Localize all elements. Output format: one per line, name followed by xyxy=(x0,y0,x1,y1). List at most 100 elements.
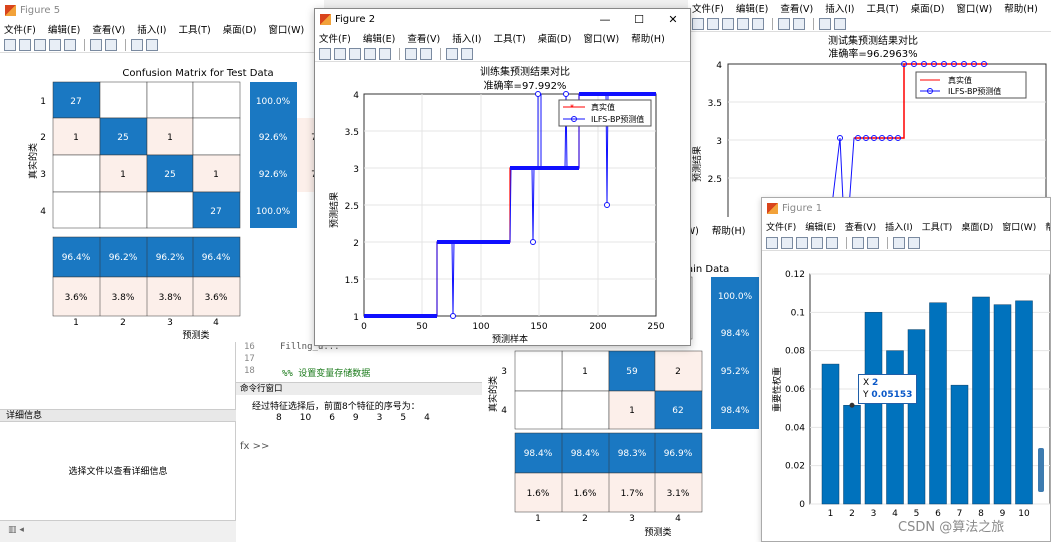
menu-item[interactable]: 窗口(W) xyxy=(1002,220,1036,233)
details-header: 详细信息 xyxy=(0,409,236,422)
layout-icon[interactable] xyxy=(852,236,864,249)
menu-item[interactable]: 工具(T) xyxy=(922,220,953,233)
command-prompt[interactable]: fx >> xyxy=(240,441,269,452)
bar[interactable] xyxy=(843,405,861,505)
new-icon[interactable] xyxy=(692,17,704,30)
menu-item[interactable]: 插入(I) xyxy=(452,31,481,45)
menu-item[interactable]: 帮助(H) xyxy=(631,31,665,45)
cell: 25 xyxy=(117,133,128,143)
layout-icon[interactable] xyxy=(405,47,417,60)
menu-item[interactable]: 编辑(E) xyxy=(736,1,768,15)
row-summary-value: 92.6% xyxy=(259,170,288,180)
new-icon[interactable] xyxy=(766,236,778,249)
y-tick: 0.1 xyxy=(791,308,805,318)
copy-icon[interactable] xyxy=(379,47,391,60)
number: 5 xyxy=(400,413,407,423)
grid-icon[interactable] xyxy=(105,38,117,51)
menu-item[interactable]: 窗口(W) xyxy=(956,1,992,15)
menu-item[interactable]: 桌面(D) xyxy=(911,1,945,15)
copy-icon[interactable] xyxy=(752,17,764,30)
maximize-icon[interactable]: ☐ xyxy=(622,13,656,26)
save-icon[interactable] xyxy=(349,47,361,60)
titlebar: Figure 5 xyxy=(0,0,324,20)
menu-item[interactable]: 桌面(D) xyxy=(223,22,257,36)
new-icon[interactable] xyxy=(319,47,331,60)
menu-item[interactable]: 文件(F) xyxy=(319,31,351,45)
panel-icon[interactable] xyxy=(908,236,920,249)
bar[interactable] xyxy=(929,302,947,505)
copy-icon[interactable] xyxy=(64,38,76,51)
row-label: 4 xyxy=(501,406,507,416)
menu-item[interactable]: 查看(V) xyxy=(92,22,125,36)
y-axis-label: 重要性权重 xyxy=(771,367,783,412)
menu-item[interactable]: 桌面(D) xyxy=(961,220,993,233)
panel-icon[interactable] xyxy=(146,38,158,51)
scroll-handle[interactable] xyxy=(1038,448,1044,492)
menu-item[interactable]: 编辑(E) xyxy=(805,220,836,233)
layout-icon[interactable] xyxy=(778,17,790,30)
pointer-icon[interactable] xyxy=(131,38,143,51)
menu-item[interactable]: 插入(I) xyxy=(137,22,166,36)
grid-icon[interactable] xyxy=(867,236,879,249)
close-icon[interactable]: ✕ xyxy=(656,13,690,26)
panel-icon[interactable] xyxy=(834,17,846,30)
save-icon[interactable] xyxy=(796,236,808,249)
save-icon[interactable] xyxy=(722,17,734,30)
print-icon[interactable] xyxy=(811,236,823,249)
save-icon[interactable] xyxy=(34,38,46,51)
print-icon[interactable] xyxy=(737,17,749,30)
menu-item[interactable]: 工具(T) xyxy=(178,22,210,36)
menu-item[interactable]: 查看(V) xyxy=(780,1,813,15)
pointer-icon[interactable] xyxy=(819,17,831,30)
open-icon[interactable] xyxy=(19,38,31,51)
bar[interactable] xyxy=(1015,300,1033,505)
menu-item[interactable]: 查看(V) xyxy=(845,220,876,233)
row-label: 4 xyxy=(40,207,46,217)
bar[interactable] xyxy=(950,384,969,505)
grid-icon[interactable] xyxy=(793,17,805,30)
y-axis-label: 真实的类 xyxy=(487,376,499,412)
menu-item[interactable]: 工具(T) xyxy=(866,1,898,15)
menu-item[interactable]: 插入(I) xyxy=(825,1,854,15)
menu-item[interactable]: 编辑(E) xyxy=(48,22,80,36)
menu-item[interactable]: 查看(V) xyxy=(407,31,440,45)
menu-item[interactable]: 插入(I) xyxy=(885,220,913,233)
menu-item[interactable]: 窗口(W) xyxy=(583,31,619,45)
y-tick: 0.04 xyxy=(785,423,805,433)
print-icon[interactable] xyxy=(364,47,376,60)
menu-item[interactable]: 帮助(H) xyxy=(1004,1,1038,15)
open-icon[interactable] xyxy=(781,236,793,249)
grid-icon[interactable] xyxy=(420,47,432,60)
menu-item[interactable]: 文件(F) xyxy=(692,1,724,15)
pointer-icon[interactable] xyxy=(446,47,458,60)
pointer-icon[interactable] xyxy=(893,236,905,249)
menu-item[interactable]: 窗口(W) xyxy=(268,22,304,36)
y-axis-label: 真实的类 xyxy=(27,143,39,179)
cell: 59 xyxy=(626,367,638,377)
bar[interactable] xyxy=(993,304,1012,505)
menu-item[interactable]: 文件(F) xyxy=(766,220,796,233)
new-icon[interactable] xyxy=(4,38,16,51)
separator xyxy=(399,47,400,60)
open-icon[interactable] xyxy=(334,47,346,60)
menu-item[interactable]: 文件(F) xyxy=(4,22,36,36)
menu-item[interactable]: 帮助(H) xyxy=(1045,220,1050,233)
line-number: 18 xyxy=(244,366,255,376)
bar[interactable] xyxy=(821,363,840,505)
menu-item[interactable]: 桌面(D) xyxy=(538,31,572,45)
print-icon[interactable] xyxy=(49,38,61,51)
copy-icon[interactable] xyxy=(826,236,838,249)
x-axis-label: 预测类 xyxy=(644,526,671,538)
legend-pred: ILFS-BP预测值 xyxy=(591,114,644,124)
bar[interactable] xyxy=(907,329,926,505)
bar[interactable] xyxy=(972,296,990,505)
open-icon[interactable] xyxy=(707,17,719,30)
panel-icon[interactable] xyxy=(461,47,473,60)
minimize-icon[interactable]: — xyxy=(588,13,622,26)
layout-icon[interactable] xyxy=(90,38,102,51)
menu-item[interactable]: 工具(T) xyxy=(493,31,525,45)
bar[interactable] xyxy=(864,312,883,505)
menu-item[interactable]: 编辑(E) xyxy=(363,31,395,45)
datatip[interactable]: X 2 Y 0.05153 xyxy=(858,374,918,404)
number: 3 xyxy=(376,413,383,423)
